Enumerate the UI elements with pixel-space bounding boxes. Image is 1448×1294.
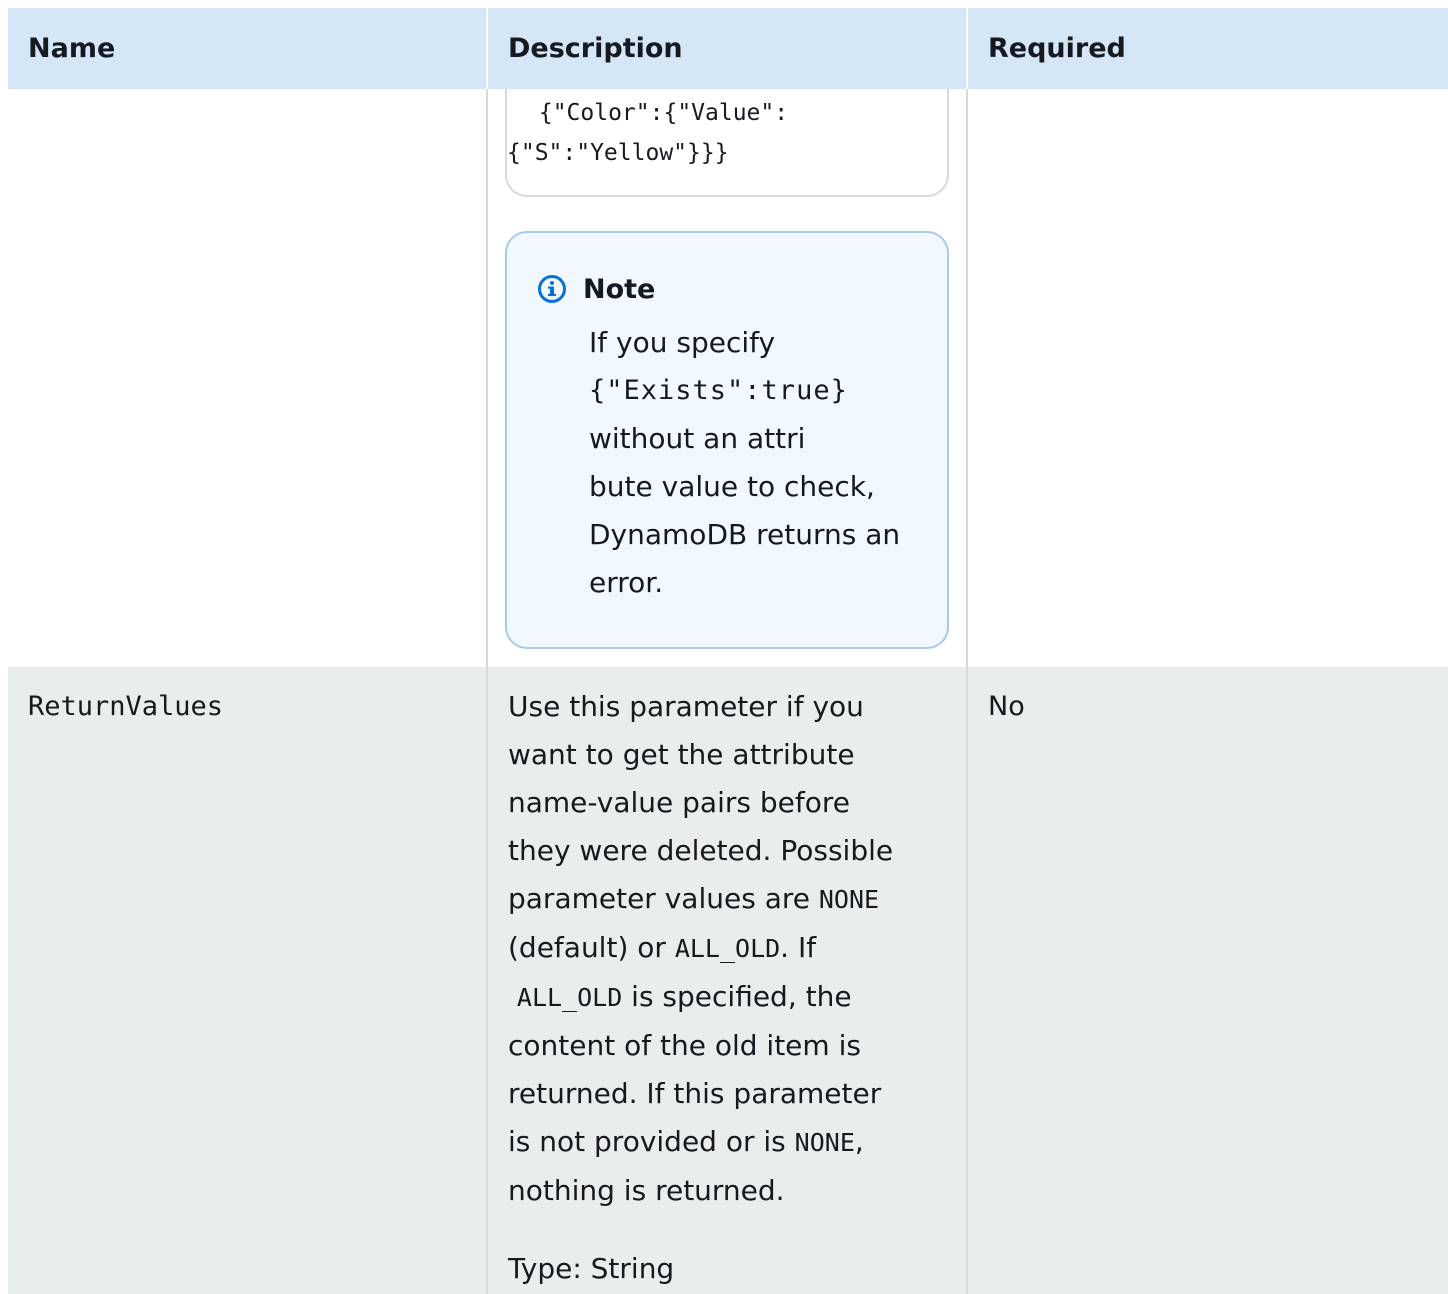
parameter-description: Use this parameter if you want to get th… (487, 667, 968, 1294)
header-required: Required (967, 8, 1448, 89)
header-description: Description (487, 8, 968, 89)
note-text: bute value to check, (589, 470, 875, 503)
desc-text: (default) or (508, 931, 675, 964)
header-row: Name Description Required (8, 8, 1448, 89)
note-header: Note (537, 269, 927, 309)
note-text: without an attri (589, 422, 806, 455)
desc-text: , (854, 1125, 864, 1158)
code-line: {"S":"Yellow"}}} (507, 140, 729, 166)
inline-code: ALL_OLD (674, 934, 781, 963)
desc-line: they were deleted. Possible (508, 834, 894, 867)
inline-code: ALL_OLD (516, 983, 623, 1012)
code-line: {"Color":{"Value": (525, 100, 789, 126)
type-line: Type: String (508, 1252, 675, 1285)
desc-line: (default) or ALL_OLD. If (508, 924, 946, 973)
table-header: Name Description Required (8, 8, 1448, 89)
note-body: If you specify {"Exists":true} without a… (589, 319, 927, 607)
note-title: Note (583, 273, 656, 305)
code-block: {"Color":{"Value": {"S":"Yellow"}}} (505, 89, 949, 197)
desc-line: returned. If this parameter (508, 1077, 882, 1110)
desc-line: Use this parameter if you (508, 690, 864, 723)
page: Name Description Required {"Color":{"Val… (0, 0, 1448, 1294)
note-text: If you specify (589, 326, 776, 359)
desc-text: parameter values are (508, 882, 819, 915)
table-body: {"Color":{"Value": {"S":"Yellow"}}} Note… (8, 89, 1448, 1294)
desc-text: . If (780, 931, 817, 964)
desc-text: is not provided or is (508, 1125, 795, 1158)
desc-text: is specified, the (622, 980, 852, 1013)
note-text: DynamoDB returns an (589, 518, 901, 551)
desc-line: ALL_OLD is specified, the (508, 973, 946, 1022)
table-row: ReturnValues Use this parameter if you w… (8, 667, 1448, 1294)
parameters-table: Name Description Required {"Color":{"Val… (8, 8, 1448, 1294)
note-code: {"Exists":true} (589, 375, 848, 406)
desc-line: parameter values are NONE (508, 875, 946, 924)
header-name: Name (8, 8, 488, 89)
name-cell-empty (8, 89, 488, 667)
desc-line: name-value pairs before (508, 786, 850, 819)
desc-line: nothing is returned. (508, 1174, 785, 1207)
required-cell-empty (967, 89, 1448, 667)
desc-line: want to get the attribute (508, 738, 855, 771)
table-row: {"Color":{"Value": {"S":"Yellow"}}} Note… (8, 89, 1448, 667)
desc-line: is not provided or is NONE, (508, 1118, 946, 1167)
inline-code: NONE (818, 885, 880, 914)
note-callout: Note If you specify {"Exists":true} with… (505, 231, 949, 649)
desc-line: content of the old item is (508, 1029, 861, 1062)
inline-code: NONE (794, 1128, 855, 1157)
info-icon (537, 274, 567, 304)
required-value: No (967, 667, 1448, 1294)
parameter-name: ReturnValues (8, 667, 488, 1294)
note-text: error. (589, 566, 664, 599)
description-cell: {"Color":{"Value": {"S":"Yellow"}}} Note… (487, 89, 968, 667)
